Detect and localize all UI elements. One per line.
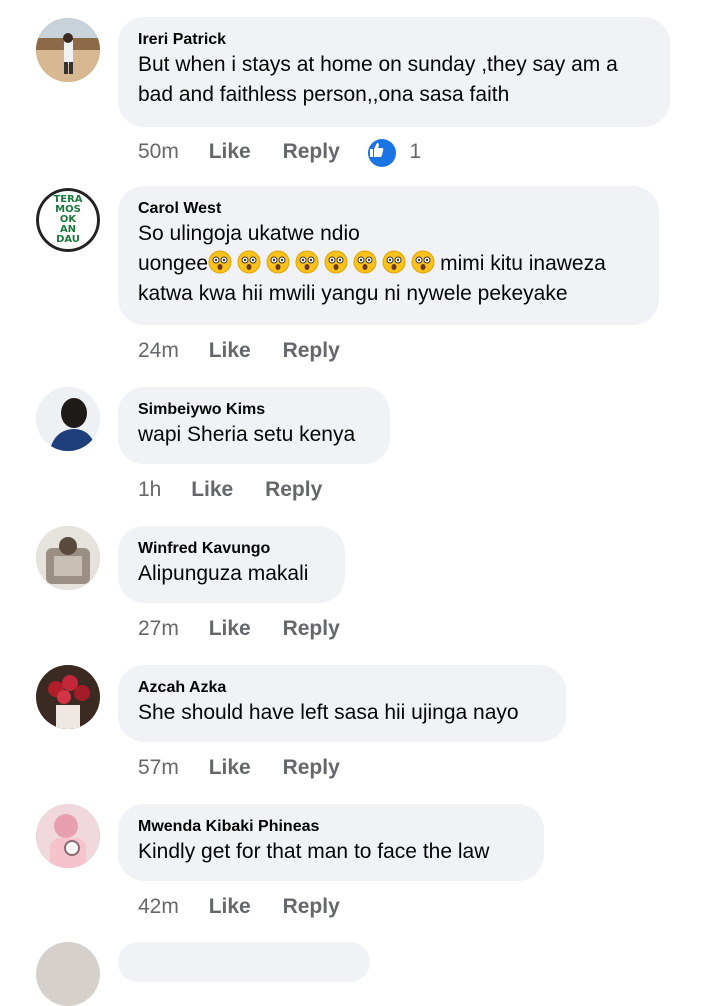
reply-button[interactable]: Reply (283, 894, 340, 920)
like-button[interactable]: Like (209, 139, 251, 165)
avatar[interactable] (36, 387, 100, 451)
comment-time[interactable]: 50m (138, 139, 179, 165)
avatar[interactable]: TERA MOS OK AN DAU (36, 188, 100, 252)
comment-bubble: Carol West So ulingoja ukatwe ndio uonge… (118, 186, 659, 325)
comment-bubble-partial (118, 942, 370, 982)
comment-actions: 42m Like Reply (138, 894, 366, 920)
reply-button[interactable]: Reply (283, 139, 340, 165)
comment-bubble: Winfred Kavungo Alipunguza makali (118, 526, 345, 603)
like-button[interactable]: Like (209, 894, 251, 920)
like-button[interactable]: Like (209, 755, 251, 781)
avatar-partial[interactable] (36, 942, 100, 1006)
comment-bubble: Simbeiywo Kims wapi Sheria setu kenya (118, 387, 390, 464)
astonished-face-emoji (324, 250, 348, 274)
like-button[interactable]: Like (191, 477, 233, 503)
comment-actions: 24m Like Reply (138, 338, 366, 364)
commenter-name[interactable]: Winfred Kavungo (138, 539, 323, 559)
like-button[interactable]: Like (209, 616, 251, 642)
astonished-face-emoji (208, 250, 232, 274)
reply-button[interactable]: Reply (265, 477, 322, 503)
commenter-name[interactable]: Azcah Azka (138, 678, 544, 698)
avatar-logo-text: TERA MOS OK AN DAU (36, 188, 100, 252)
comment-text: She should have left sasa hii ujinga nay… (138, 701, 519, 724)
comment-text: Alipunguza makali (138, 562, 309, 585)
reply-button[interactable]: Reply (283, 616, 340, 642)
commenter-name[interactable]: Carol West (138, 199, 637, 219)
comment-time[interactable]: 42m (138, 894, 179, 920)
avatar[interactable] (36, 804, 100, 868)
astonished-face-emoji (411, 250, 435, 274)
reply-button[interactable]: Reply (283, 338, 340, 364)
comment-time[interactable]: 1h (138, 477, 161, 503)
astonished-face-emoji (266, 250, 290, 274)
comment-time[interactable]: 24m (138, 338, 179, 364)
comment-actions: 27m Like Reply (138, 616, 366, 642)
avatar[interactable] (36, 526, 100, 590)
astonished-face-emoji-row (208, 250, 440, 275)
astonished-face-emoji (237, 250, 261, 274)
comment-actions: 50m Like Reply 1 (138, 139, 421, 167)
commenter-name[interactable]: Simbeiywo Kims (138, 400, 368, 420)
reply-button[interactable]: Reply (283, 755, 340, 781)
commenter-name[interactable]: Mwenda Kibaki Phineas (138, 817, 522, 837)
comment-text: wapi Sheria setu kenya (138, 423, 356, 446)
astonished-face-emoji (382, 250, 406, 274)
commenter-name[interactable]: Ireri Patrick (138, 30, 648, 50)
comment-text: But when i stays at home on sunday ,they… (138, 53, 618, 106)
comment-actions: 57m Like Reply (138, 755, 366, 781)
thumbs-up-icon (367, 139, 396, 167)
comment-bubble: Ireri Patrick But when i stays at home o… (118, 17, 670, 127)
reaction-summary[interactable]: 1 (367, 139, 422, 167)
reaction-count: 1 (409, 140, 422, 163)
comment-bubble: Mwenda Kibaki Phineas Kindly get for tha… (118, 804, 544, 881)
avatar[interactable] (36, 18, 100, 82)
comment-text: So ulingoja ukatwe ndio uongee mimi kitu … (138, 222, 606, 305)
comment-time[interactable]: 27m (138, 616, 179, 642)
avatar[interactable] (36, 665, 100, 729)
astonished-face-emoji (353, 250, 377, 274)
comment-time[interactable]: 57m (138, 755, 179, 781)
astonished-face-emoji (295, 250, 319, 274)
like-button[interactable]: Like (209, 338, 251, 364)
comment-text: Kindly get for that man to face the law (138, 840, 490, 863)
comment-actions: 1h Like Reply (138, 477, 348, 503)
comment-bubble: Azcah Azka She should have left sasa hii… (118, 665, 566, 742)
